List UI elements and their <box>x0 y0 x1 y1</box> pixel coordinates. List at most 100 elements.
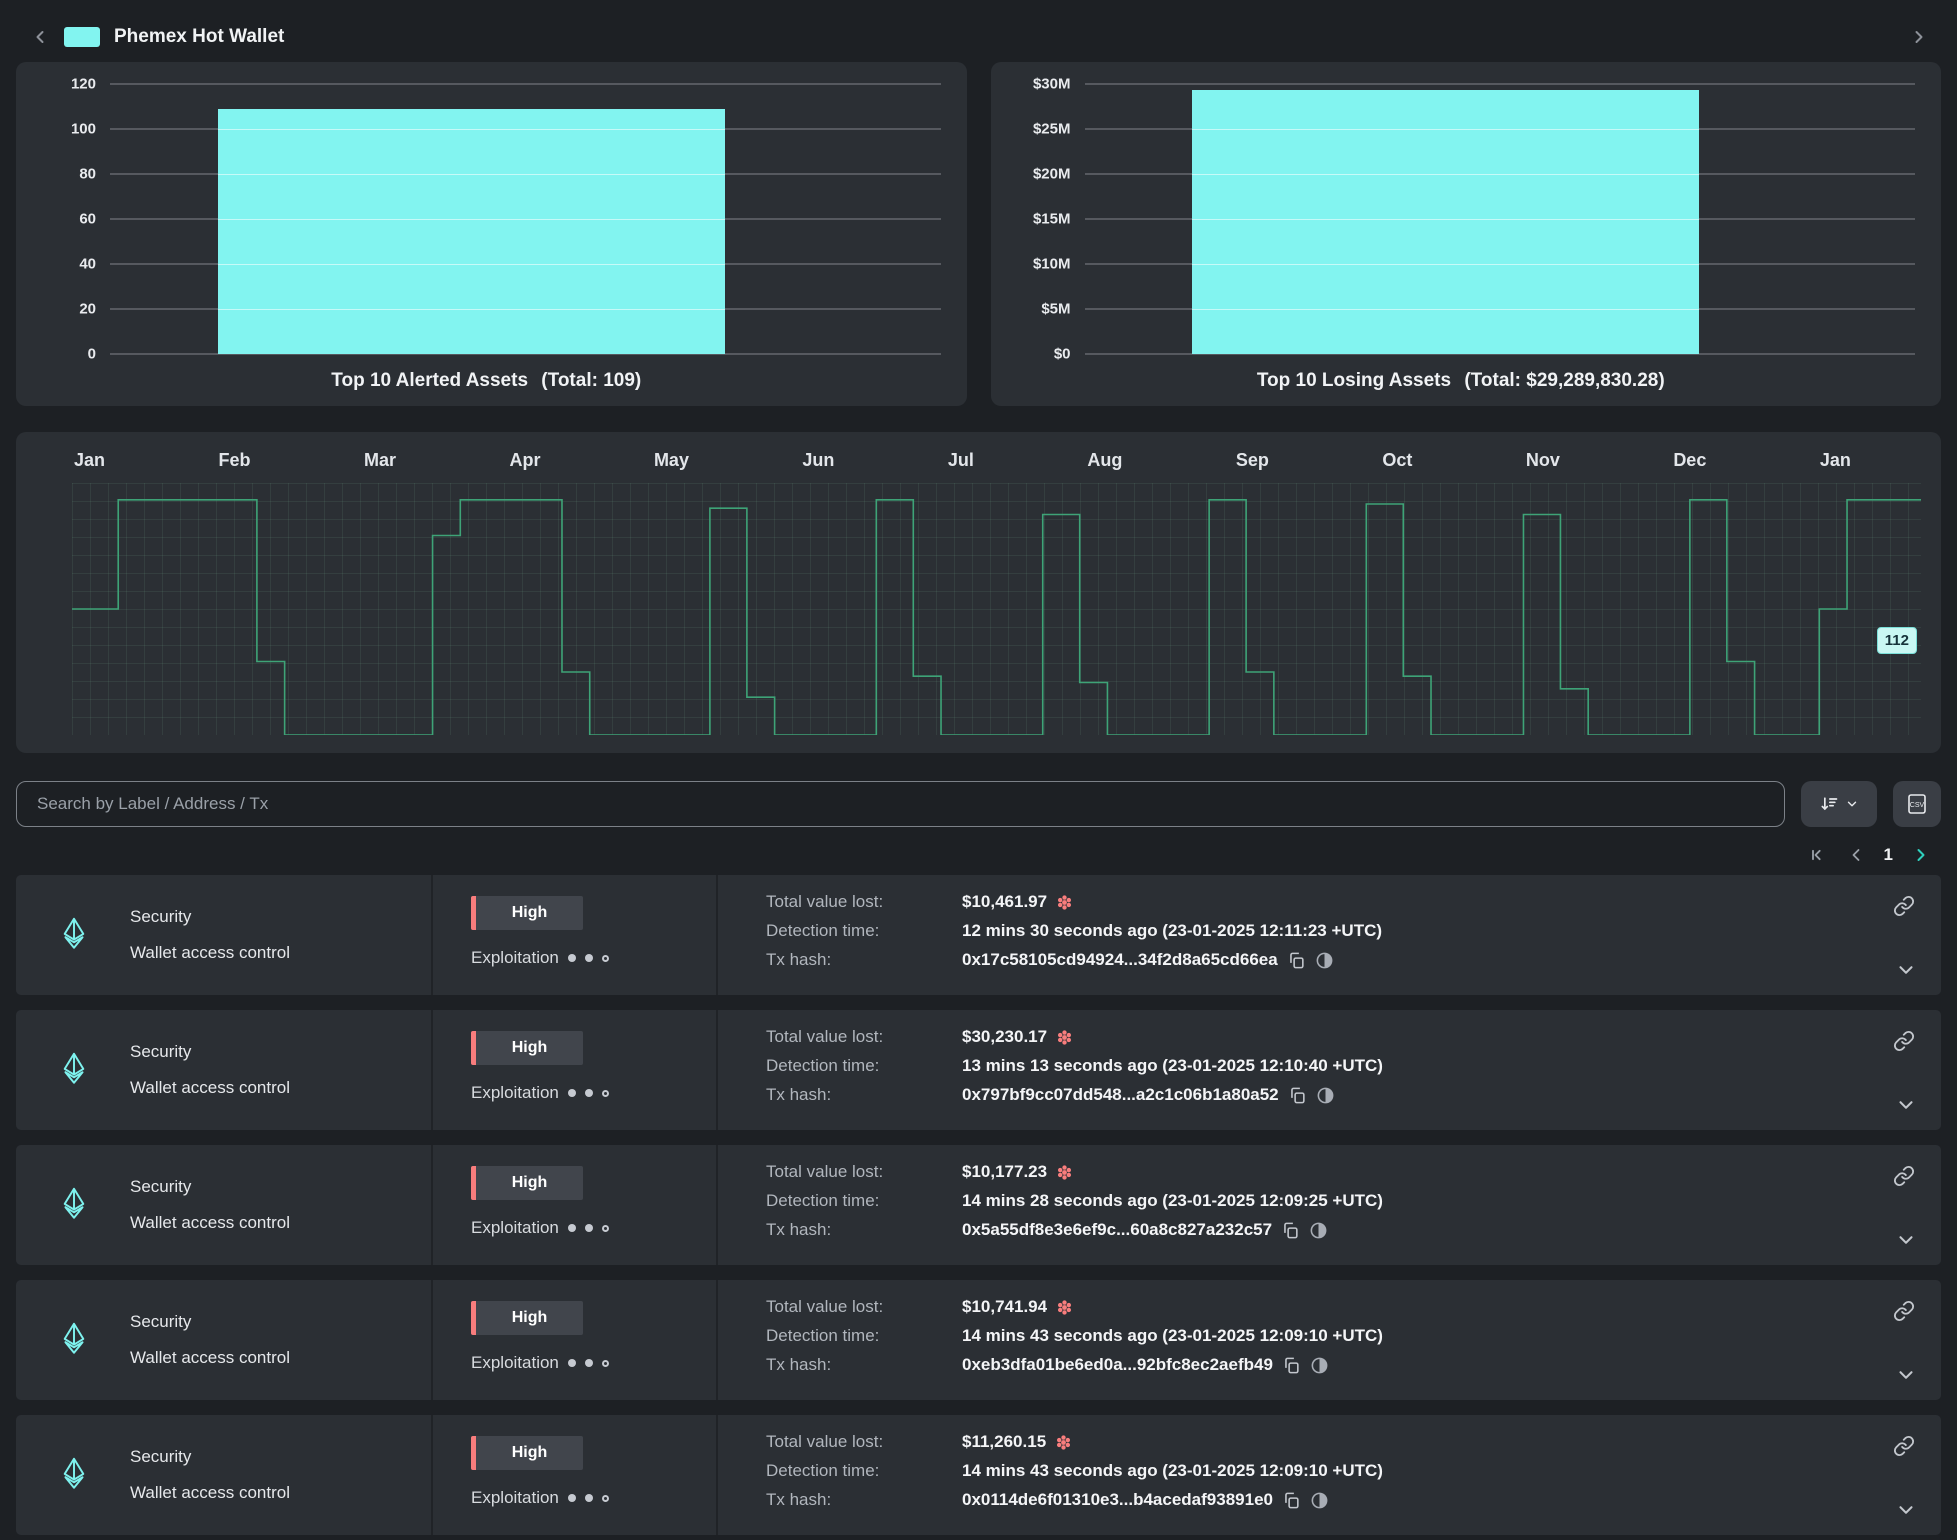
prev-page-button[interactable] <box>1846 845 1866 865</box>
export-csv-button[interactable]: CSV <box>1893 781 1941 827</box>
alert-row[interactable]: SecurityWallet access controlHighExploit… <box>16 1280 1941 1400</box>
share-alert-button[interactable] <box>1893 1435 1915 1457</box>
alert-category: Security <box>130 1042 290 1062</box>
detection-time-label: Detection time: <box>766 921 962 941</box>
month-label: Sep <box>1236 450 1269 471</box>
copy-icon <box>1288 1086 1307 1105</box>
tx-hash-value: 0x17c58105cd94924...34f2d8a65cd66ea <box>962 950 1334 970</box>
chevron-down-icon <box>1895 1499 1917 1521</box>
tx-hash-label: Tx hash: <box>766 1355 962 1375</box>
sort-icon <box>1819 794 1839 814</box>
open-explorer-button[interactable] <box>1310 1491 1329 1510</box>
total-value-lost-label: Total value lost: <box>766 892 962 912</box>
tx-hash-label: Tx hash: <box>766 1220 962 1240</box>
wallet-color-swatch <box>64 27 100 47</box>
stage-dot <box>585 954 593 962</box>
copy-tx-button[interactable] <box>1287 951 1306 970</box>
stage-dot <box>602 1225 609 1232</box>
ethereum-icon-wrap <box>56 1046 92 1095</box>
stage-dot <box>568 1494 576 1502</box>
csv-export-icon: CSV <box>1905 792 1929 816</box>
chevron-down-icon <box>1845 797 1859 811</box>
detection-time-value: 12 mins 30 seconds ago (23-01-2025 12:11… <box>962 921 1382 941</box>
total-value-lost-label: Total value lost: <box>766 1432 962 1452</box>
expand-alert-button[interactable] <box>1895 1094 1917 1116</box>
open-explorer-button[interactable] <box>1315 951 1334 970</box>
chevron-down-icon <box>1895 1364 1917 1386</box>
copy-tx-button[interactable] <box>1282 1356 1301 1375</box>
sort-button[interactable] <box>1801 781 1877 827</box>
alert-row[interactable]: SecurityWallet access controlHighExploit… <box>16 1145 1941 1265</box>
expand-alert-button[interactable] <box>1895 1364 1917 1386</box>
copy-icon <box>1287 951 1306 970</box>
alert-count-badge: 112 <box>1877 627 1917 654</box>
attack-stage-label: Exploitation <box>471 1218 559 1238</box>
month-label: Mar <box>364 450 396 471</box>
chevron-down-icon <box>1895 1229 1917 1251</box>
copy-icon <box>1281 1221 1300 1240</box>
open-explorer-button[interactable] <box>1316 1086 1335 1105</box>
alert-type: Wallet access control <box>130 1078 290 1098</box>
y-tick-label: $20M <box>1033 166 1071 183</box>
next-wallet-button[interactable] <box>1909 27 1929 47</box>
copy-tx-button[interactable] <box>1282 1491 1301 1510</box>
alert-severity-cell: HighExploitation <box>431 1280 718 1400</box>
alert-asset-cell: SecurityWallet access control <box>16 875 431 995</box>
chevron-right-icon <box>1909 27 1929 47</box>
alert-type: Wallet access control <box>130 1483 290 1503</box>
expand-alert-button[interactable] <box>1895 1499 1917 1521</box>
month-label: Jul <box>948 450 974 471</box>
share-alert-button[interactable] <box>1893 1300 1915 1322</box>
prev-wallet-button[interactable] <box>30 27 50 47</box>
detection-time-label: Detection time: <box>766 1191 962 1211</box>
gridline <box>1085 83 1916 85</box>
y-tick-label: $15M <box>1033 211 1071 228</box>
detection-time-label: Detection time: <box>766 1056 962 1076</box>
alert-row[interactable]: SecurityWallet access controlHighExploit… <box>16 1415 1941 1535</box>
detection-time-value: 14 mins 43 seconds ago (23-01-2025 12:09… <box>962 1326 1383 1346</box>
y-axis: $30M$25M$20M$15M$10M$5M$0 <box>1007 84 1085 354</box>
chart-bar <box>218 109 725 354</box>
expand-alert-button[interactable] <box>1895 959 1917 981</box>
alert-details-cell: Total value lost:$10,461.97 Detection ti… <box>718 875 1941 995</box>
share-alert-button[interactable] <box>1893 1030 1915 1052</box>
gridline <box>110 83 941 85</box>
first-page-icon <box>1808 845 1828 865</box>
total-value-lost-label: Total value lost: <box>766 1297 962 1317</box>
share-alert-button[interactable] <box>1893 895 1915 917</box>
stage-dot <box>602 1090 609 1097</box>
alerted-assets-chart: 120100806040200 Top 10 Alerted Assets (T… <box>16 62 967 406</box>
attack-stage-label: Exploitation <box>471 1353 559 1373</box>
wallet-title: Phemex Hot Wallet <box>114 26 284 48</box>
total-value-lost-value: $10,461.97 <box>962 892 1073 912</box>
tx-hash-label: Tx hash: <box>766 950 962 970</box>
open-explorer-button[interactable] <box>1309 1221 1328 1240</box>
chart-body: 120100806040200 <box>32 84 941 354</box>
chevron-down-icon <box>1895 1094 1917 1116</box>
alert-asset-cell: SecurityWallet access control <box>16 1415 431 1535</box>
month-label: Jan <box>1820 450 1851 471</box>
copy-tx-button[interactable] <box>1281 1221 1300 1240</box>
y-tick-label: $30M <box>1033 76 1071 93</box>
first-page-button[interactable] <box>1808 845 1828 865</box>
copy-tx-button[interactable] <box>1288 1086 1307 1105</box>
alert-row[interactable]: SecurityWallet access controlHighExploit… <box>16 1010 1941 1130</box>
alert-type: Wallet access control <box>130 943 290 963</box>
next-page-button[interactable] <box>1911 845 1931 865</box>
y-tick-label: 40 <box>79 256 96 273</box>
month-label: Jun <box>802 450 834 471</box>
attack-stage-label: Exploitation <box>471 1083 559 1103</box>
expand-alert-button[interactable] <box>1895 1229 1917 1251</box>
attack-stage-label: Exploitation <box>471 948 559 968</box>
chart-title-text: Top 10 Losing Assets <box>1257 370 1451 391</box>
stage-dot <box>585 1359 593 1367</box>
share-alert-button[interactable] <box>1893 1165 1915 1187</box>
open-explorer-button[interactable] <box>1310 1356 1329 1375</box>
ethereum-icon <box>56 1046 92 1090</box>
search-input[interactable] <box>16 781 1785 827</box>
y-axis: 120100806040200 <box>32 84 110 354</box>
alert-row[interactable]: SecurityWallet access controlHighExploit… <box>16 875 1941 995</box>
detection-time-label: Detection time: <box>766 1461 962 1481</box>
month-label: Apr <box>509 450 540 471</box>
stage-dot <box>602 1495 609 1502</box>
